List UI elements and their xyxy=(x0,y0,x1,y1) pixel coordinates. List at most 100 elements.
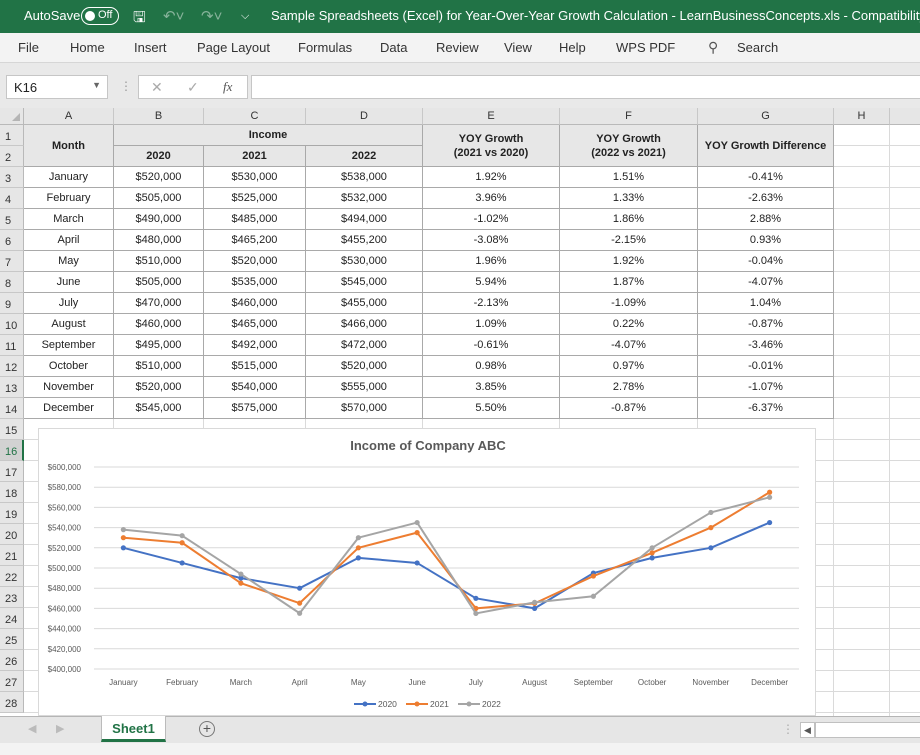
tab-insert[interactable]: Insert xyxy=(134,40,167,55)
table-cell[interactable]: -2.15% xyxy=(560,230,698,251)
table-cell[interactable]: $555,000 xyxy=(306,377,423,398)
table-cell[interactable]: November xyxy=(24,377,114,398)
row-header-3[interactable]: 3 xyxy=(0,167,24,188)
table-cell[interactable]: $510,000 xyxy=(114,356,204,377)
formula-input[interactable] xyxy=(251,75,920,99)
table-cell[interactable]: 1.86% xyxy=(560,209,698,230)
column-header-b[interactable]: B xyxy=(114,108,204,125)
table-cell[interactable]: 1.04% xyxy=(698,293,834,314)
save-icon[interactable]: 🖫 xyxy=(133,7,146,32)
cancel-icon[interactable]: ✕ xyxy=(151,79,163,96)
table-cell[interactable]: $530,000 xyxy=(306,251,423,272)
table-cell[interactable]: 5.94% xyxy=(423,272,560,293)
table-cell[interactable]: January xyxy=(24,167,114,188)
row-header-4[interactable]: 4 xyxy=(0,188,24,209)
tab-file[interactable]: File xyxy=(18,40,39,55)
row-header-27[interactable]: 27 xyxy=(0,671,24,692)
scroll-tabs-left-icon[interactable]: ◀ xyxy=(28,722,36,735)
table-cell[interactable]: March xyxy=(24,209,114,230)
row-header-26[interactable]: 26 xyxy=(0,650,24,671)
table-cell[interactable]: 0.97% xyxy=(560,356,698,377)
table-cell[interactable]: $540,000 xyxy=(204,377,306,398)
row-header-13[interactable]: 13 xyxy=(0,377,24,398)
table-cell[interactable]: $525,000 xyxy=(204,188,306,209)
row-header-28[interactable]: 28 xyxy=(0,692,24,713)
row-header-9[interactable]: 9 xyxy=(0,293,24,314)
table-cell[interactable]: $490,000 xyxy=(114,209,204,230)
row-header-24[interactable]: 24 xyxy=(0,608,24,629)
table-cell[interactable]: $455,200 xyxy=(306,230,423,251)
table-cell[interactable]: 2.88% xyxy=(698,209,834,230)
table-cell[interactable]: $520,000 xyxy=(306,356,423,377)
table-cell[interactable]: -6.37% xyxy=(698,398,834,419)
table-cell[interactable]: $545,000 xyxy=(306,272,423,293)
table-cell[interactable]: $520,000 xyxy=(204,251,306,272)
header-yoy-2022-vs-2021[interactable]: YOY Growth (2022 vs 2021) xyxy=(560,125,698,167)
column-header-h[interactable]: H xyxy=(834,108,890,125)
table-cell[interactable]: $510,000 xyxy=(114,251,204,272)
customize-toolbar-icon[interactable]: ⌵ xyxy=(241,10,249,23)
table-cell[interactable]: 0.98% xyxy=(423,356,560,377)
row-header-6[interactable]: 6 xyxy=(0,230,24,251)
row-header-5[interactable]: 5 xyxy=(0,209,24,230)
header-yoy-difference[interactable]: YOY Growth Difference xyxy=(698,125,834,167)
tab-data[interactable]: Data xyxy=(380,40,407,55)
table-cell[interactable]: $494,000 xyxy=(306,209,423,230)
insert-function-icon[interactable]: fx xyxy=(223,79,232,95)
select-all-button[interactable] xyxy=(0,108,24,125)
table-cell[interactable]: February xyxy=(24,188,114,209)
table-cell[interactable]: 5.50% xyxy=(423,398,560,419)
row-header-23[interactable]: 23 xyxy=(0,587,24,608)
undo-icon[interactable]: ↶˅ xyxy=(163,7,184,25)
row-header-8[interactable]: 8 xyxy=(0,272,24,293)
table-cell[interactable]: $520,000 xyxy=(114,167,204,188)
table-cell[interactable]: 1.51% xyxy=(560,167,698,188)
header-month[interactable]: Month xyxy=(24,125,114,167)
header-2020[interactable]: 2020 xyxy=(114,146,204,167)
row-header-20[interactable]: 20 xyxy=(0,524,24,545)
search-box[interactable]: Search xyxy=(737,40,778,55)
table-cell[interactable]: 1.87% xyxy=(560,272,698,293)
row-header-10[interactable]: 10 xyxy=(0,314,24,335)
table-cell[interactable]: July xyxy=(24,293,114,314)
table-cell[interactable]: 1.33% xyxy=(560,188,698,209)
column-header-i[interactable]: I xyxy=(890,108,920,125)
table-cell[interactable]: September xyxy=(24,335,114,356)
table-cell[interactable]: December xyxy=(24,398,114,419)
table-cell[interactable]: $545,000 xyxy=(114,398,204,419)
header-yoy-2021-vs-2020[interactable]: YOY Growth (2021 vs 2020) xyxy=(423,125,560,167)
sheet-tab-sheet1[interactable]: Sheet1 xyxy=(101,716,166,742)
table-cell[interactable]: -0.61% xyxy=(423,335,560,356)
row-header-7[interactable]: 7 xyxy=(0,251,24,272)
table-cell[interactable]: -0.01% xyxy=(698,356,834,377)
table-cell[interactable]: -2.63% xyxy=(698,188,834,209)
table-cell[interactable]: June xyxy=(24,272,114,293)
table-cell[interactable]: $472,000 xyxy=(306,335,423,356)
table-cell[interactable]: $495,000 xyxy=(114,335,204,356)
table-cell[interactable]: $480,000 xyxy=(114,230,204,251)
table-cell[interactable]: 1.92% xyxy=(560,251,698,272)
redo-icon[interactable]: ↷˅ xyxy=(201,7,222,25)
column-header-d[interactable]: D xyxy=(306,108,423,125)
tab-page-layout[interactable]: Page Layout xyxy=(197,40,270,55)
table-cell[interactable]: $505,000 xyxy=(114,188,204,209)
scroll-left-button[interactable]: ◀ xyxy=(800,722,815,738)
table-cell[interactable]: May xyxy=(24,251,114,272)
tab-home[interactable]: Home xyxy=(70,40,105,55)
table-cell[interactable]: August xyxy=(24,314,114,335)
row-header-17[interactable]: 17 xyxy=(0,461,24,482)
table-cell[interactable]: -4.07% xyxy=(698,272,834,293)
header-2021[interactable]: 2021 xyxy=(204,146,306,167)
table-cell[interactable]: -4.07% xyxy=(560,335,698,356)
table-cell[interactable]: 0.22% xyxy=(560,314,698,335)
tab-review[interactable]: Review xyxy=(436,40,479,55)
table-cell[interactable]: October xyxy=(24,356,114,377)
chevron-down-icon[interactable]: ▼ xyxy=(92,80,101,90)
table-cell[interactable]: $538,000 xyxy=(306,167,423,188)
enter-icon[interactable]: ✓ xyxy=(187,79,199,96)
income-chart[interactable]: Income of Company ABC $400,000 $420,000 $44… xyxy=(38,428,816,716)
table-cell[interactable]: -0.87% xyxy=(560,398,698,419)
column-header-c[interactable]: C xyxy=(204,108,306,125)
table-cell[interactable]: $455,000 xyxy=(306,293,423,314)
table-cell[interactable]: -1.02% xyxy=(423,209,560,230)
